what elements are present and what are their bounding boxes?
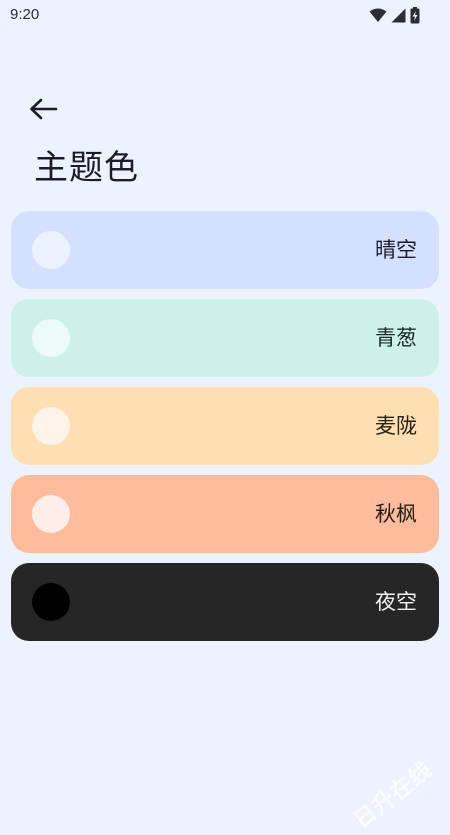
theme-swatch: [32, 495, 70, 533]
theme-item-qingkong[interactable]: 晴空: [11, 211, 439, 289]
theme-swatch: [32, 407, 70, 445]
theme-swatch: [32, 583, 70, 621]
wifi-icon: [369, 8, 387, 23]
arrow-left-icon: [28, 98, 58, 124]
theme-label: 晴空: [375, 238, 417, 262]
theme-item-yekong[interactable]: 夜空: [11, 563, 439, 641]
theme-label: 麦陇: [375, 414, 417, 438]
watermark: 日升在线: [349, 757, 438, 834]
page-title: 主题色: [34, 148, 139, 188]
status-time: 9:20: [10, 6, 40, 23]
theme-item-mailong[interactable]: 麦陇: [11, 387, 439, 465]
status-bar: 9:20: [0, 0, 450, 32]
theme-item-qingcong[interactable]: 青葱: [11, 299, 439, 377]
theme-label: 秋枫: [375, 502, 417, 526]
battery-charging-icon: [410, 6, 420, 24]
theme-item-qiufeng[interactable]: 秋枫: [11, 475, 439, 553]
theme-label: 青葱: [375, 326, 417, 350]
theme-swatch: [32, 231, 70, 269]
cellular-signal-icon: [391, 8, 406, 23]
back-button[interactable]: [28, 94, 72, 128]
theme-list: 晴空 青葱 麦陇 秋枫 夜空: [11, 211, 439, 651]
theme-swatch: [32, 319, 70, 357]
status-icons: [369, 6, 420, 24]
theme-label: 夜空: [375, 590, 417, 614]
